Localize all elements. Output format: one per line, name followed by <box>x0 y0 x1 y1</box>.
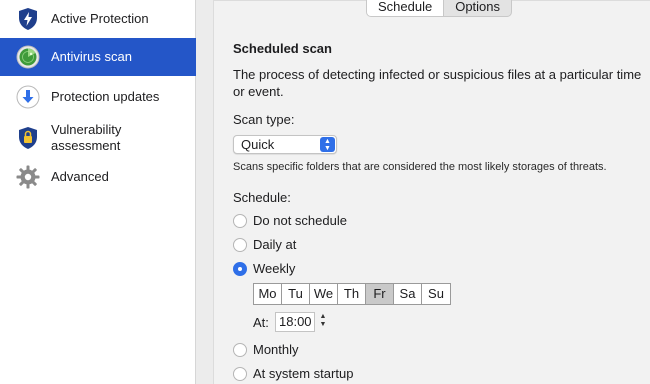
time-stepper-icon[interactable]: ▲ ▼ <box>317 313 329 331</box>
day-button-su[interactable]: Su <box>422 284 450 304</box>
scan-type-value: Quick <box>241 137 275 152</box>
sidebar-item-label: Active Protection <box>51 11 149 26</box>
day-button-tu[interactable]: Tu <box>282 284 310 304</box>
radio-button[interactable] <box>233 261 247 276</box>
radio-button[interactable] <box>233 237 247 252</box>
radar-icon <box>16 45 40 69</box>
tab-schedule[interactable]: Schedule <box>367 0 445 16</box>
download-arrow-icon <box>16 85 40 109</box>
scan-type-select[interactable]: Quick ▲ ▼ <box>233 135 337 154</box>
shield-bolt-icon <box>16 7 40 31</box>
day-button-mo[interactable]: Mo <box>254 284 282 304</box>
day-button-th[interactable]: Th <box>338 284 366 304</box>
day-button-sa[interactable]: Sa <box>394 284 422 304</box>
tab-options[interactable]: Options <box>444 0 511 16</box>
radio-weekly[interactable]: Weekly <box>233 261 295 276</box>
radio-monthly[interactable]: Monthly <box>233 342 299 357</box>
sidebar-item-active-protection[interactable]: Active Protection <box>0 0 196 38</box>
sidebar-item-antivirus-scan[interactable]: Antivirus scan <box>0 38 196 76</box>
radio-system-startup[interactable]: At system startup <box>233 366 353 381</box>
radio-daily[interactable]: Daily at <box>233 237 296 252</box>
scan-type-label: Scan type: <box>233 112 295 127</box>
time-field[interactable]: 18:00 <box>275 312 315 332</box>
radio-button[interactable] <box>233 342 247 357</box>
section-title: Scheduled scan <box>233 41 332 56</box>
sidebar-item-vulnerability-assessment[interactable]: Vulnerability assessment <box>0 118 196 158</box>
sidebar-item-label: Protection updates <box>51 89 160 104</box>
sidebar-divider <box>197 0 213 384</box>
radio-label: At system startup <box>253 366 354 381</box>
gear-icon <box>16 165 40 189</box>
radio-label: Daily at <box>253 237 297 252</box>
scan-type-hint: Scans specific folders that are consider… <box>233 161 607 173</box>
radio-label: Weekly <box>253 261 296 276</box>
tab-bar: Schedule Options <box>366 0 513 17</box>
radio-button[interactable] <box>233 366 247 381</box>
time-label: At: <box>253 315 269 330</box>
weekday-selector: Mo Tu We Th Fr Sa Su <box>253 283 451 305</box>
radio-button[interactable] <box>233 213 247 228</box>
radio-label: Monthly <box>253 342 299 357</box>
updown-chevron-icon: ▲ ▼ <box>320 137 335 152</box>
day-button-fr[interactable]: Fr <box>366 284 394 304</box>
sidebar-item-label: Vulnerability assessment <box>51 122 122 153</box>
day-button-we[interactable]: We <box>310 284 338 304</box>
sidebar-item-protection-updates[interactable]: Protection updates <box>0 78 196 116</box>
sidebar-item-label: Advanced <box>51 169 109 184</box>
schedule-label: Schedule: <box>233 190 291 205</box>
sidebar: Active Protection Antivirus scan Protect… <box>0 0 196 384</box>
shield-lock-icon <box>16 126 40 150</box>
sidebar-item-label: Antivirus scan <box>51 49 132 64</box>
radio-do-not-schedule[interactable]: Do not schedule <box>233 213 347 228</box>
sidebar-item-advanced[interactable]: Advanced <box>0 158 196 196</box>
section-description: The process of detecting infected or sus… <box>233 67 642 99</box>
radio-label: Do not schedule <box>253 213 347 228</box>
